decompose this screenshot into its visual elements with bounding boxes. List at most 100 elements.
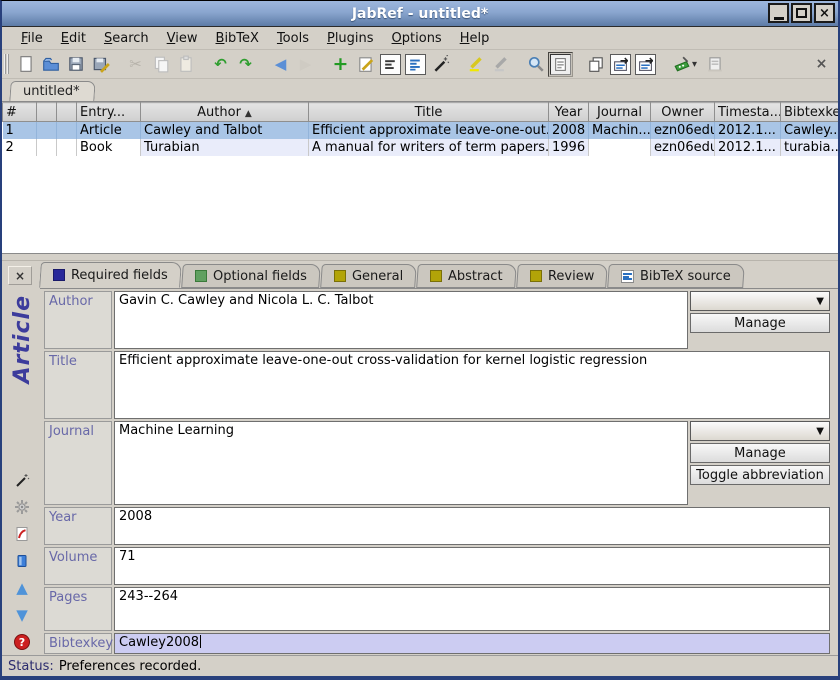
forward-button[interactable]: ▶ — [293, 52, 318, 77]
push-to-application-button[interactable] — [608, 52, 633, 77]
close-button[interactable]: × — [814, 3, 835, 23]
copy-citation-button[interactable] — [583, 52, 608, 77]
title-field-input[interactable]: Efficient approximate leave-one-out cros… — [114, 351, 830, 419]
undo-group: ↶ ↷ — [208, 52, 258, 77]
journal-field-input[interactable]: Machine Learning — [114, 421, 688, 505]
tab-review[interactable]: Review — [516, 264, 608, 288]
manage-journals-button[interactable]: Manage — [690, 443, 830, 463]
unmark-entries-button[interactable] — [488, 52, 513, 77]
toggle-groups-button[interactable] — [378, 52, 403, 77]
author-field-input[interactable]: Gavin C. Cawley and Nicola L. C. Talbot — [114, 291, 688, 349]
menu-bibtex[interactable]: BibTeX — [207, 29, 268, 48]
cut-button[interactable]: ✂ — [123, 52, 148, 77]
file-group — [13, 52, 113, 77]
menu-view[interactable]: View — [158, 29, 207, 48]
toolbar-grip[interactable] — [4, 54, 9, 74]
cleanup-entries-button[interactable]: ▾ — [668, 52, 702, 77]
table-row[interactable]: 1 Article Cawley and Talbot Efficient ap… — [3, 122, 839, 139]
autogenerate-keys-button[interactable] — [428, 52, 453, 77]
copy-button[interactable] — [148, 52, 173, 77]
bibtexkey-field-input[interactable]: Cawley2008 — [114, 633, 830, 654]
menu-edit[interactable]: Edit — [52, 29, 95, 48]
open-file-button[interactable] — [12, 552, 32, 570]
cell-journal — [589, 139, 651, 156]
next-entry-button[interactable]: ▼ — [12, 606, 32, 624]
tab-bibtex-source[interactable]: BibTeX source — [607, 264, 744, 288]
back-button[interactable]: ◀ — [268, 52, 293, 77]
volume-field-input[interactable]: 71 — [114, 547, 830, 585]
nav-group: ◀ ▶ — [268, 52, 318, 77]
cell-bibtexkey: turabia... — [781, 139, 839, 156]
toggle-preview-button[interactable] — [403, 52, 428, 77]
minimize-button[interactable] — [768, 3, 789, 23]
redo-button[interactable]: ↷ — [233, 52, 258, 77]
journal-names-combobox[interactable]: ▼ — [690, 421, 830, 441]
push-to-application-icon — [610, 54, 631, 75]
magic-wand-icon — [432, 55, 450, 73]
undo-button[interactable]: ↶ — [208, 52, 233, 77]
web-search-button[interactable] — [702, 52, 727, 77]
col-entrytype[interactable]: Entry... — [77, 103, 141, 122]
new-entry-button[interactable]: + — [328, 52, 353, 77]
push-to-application-alt-button[interactable] — [633, 52, 658, 77]
col-number[interactable]: # — [3, 103, 37, 122]
pages-field-input[interactable]: 243--264 — [114, 587, 830, 631]
horizontal-splitter[interactable] — [2, 254, 838, 261]
col-icon2[interactable] — [57, 103, 77, 122]
edit-entry-button[interactable] — [353, 52, 378, 77]
close-icon: × — [819, 7, 830, 20]
col-author[interactable]: Author▲ — [141, 103, 309, 122]
generate-key-button[interactable] — [12, 471, 32, 489]
previous-entry-button[interactable]: ▲ — [12, 579, 32, 597]
col-icon1[interactable] — [37, 103, 57, 122]
settings-button[interactable] — [12, 498, 32, 516]
col-owner[interactable]: Owner — [651, 103, 715, 122]
maximize-button[interactable] — [791, 3, 812, 23]
toggle-abbreviation-button[interactable]: Toggle abbreviation — [690, 465, 830, 485]
maximize-icon — [796, 8, 807, 18]
menu-file[interactable]: File — [12, 29, 52, 48]
manage-authors-button[interactable]: Manage — [690, 313, 830, 333]
menu-help[interactable]: Help — [451, 29, 499, 48]
tab-abstract[interactable]: Abstract — [416, 264, 516, 288]
search-button[interactable] — [523, 52, 548, 77]
help-button[interactable]: ? — [12, 633, 32, 651]
entry-table-container[interactable]: # Entry... Author▲ Title Year Journal Ow… — [2, 102, 838, 254]
col-title[interactable]: Title — [309, 103, 549, 122]
col-author-label: Author — [197, 105, 241, 120]
tab-optional-fields[interactable]: Optional fields — [181, 264, 321, 288]
toolbar-close-button[interactable]: × — [809, 52, 834, 77]
col-bibtexkey[interactable]: Bibtexkey — [781, 103, 839, 122]
table-row[interactable]: 2 Book Turabian A manual for writers of … — [3, 139, 839, 156]
menu-search[interactable]: Search — [95, 29, 158, 48]
status-label: Status: — [8, 659, 54, 674]
cell-number: 1 — [3, 122, 37, 139]
database-tab-untitled[interactable]: untitled* — [9, 81, 95, 101]
author-field-label: Author — [44, 291, 112, 349]
open-pdf-button[interactable] — [12, 525, 32, 543]
editor-tab-strip: × Required fields Optional fields Genera… — [2, 261, 838, 289]
year-field-input[interactable]: 2008 — [114, 507, 830, 545]
menu-tools[interactable]: Tools — [268, 29, 318, 48]
tab-general[interactable]: General — [320, 264, 417, 288]
col-year[interactable]: Year — [549, 103, 589, 122]
editor-close-button[interactable]: × — [8, 266, 32, 285]
open-database-button[interactable] — [38, 52, 63, 77]
menu-options[interactable]: Options — [383, 29, 451, 48]
save-database-button[interactable] — [63, 52, 88, 77]
col-journal[interactable]: Journal — [589, 103, 651, 122]
tab-required-fields[interactable]: Required fields — [39, 262, 182, 288]
arrow-down-icon: ▼ — [16, 608, 28, 623]
paste-button[interactable] — [173, 52, 198, 77]
new-database-button[interactable] — [13, 52, 38, 77]
menu-plugins[interactable]: Plugins — [318, 29, 383, 48]
toggle-search-button[interactable] — [548, 52, 573, 77]
cell-year: 1996 — [549, 139, 589, 156]
push-group — [583, 52, 658, 77]
tools-group: ▾ — [668, 52, 727, 77]
mark-entries-button[interactable] — [463, 52, 488, 77]
author-names-combobox[interactable]: ▼ — [690, 291, 830, 311]
save-database-as-button[interactable] — [88, 52, 113, 77]
file-icon — [14, 553, 30, 569]
col-timestamp[interactable]: Timesta... — [715, 103, 781, 122]
